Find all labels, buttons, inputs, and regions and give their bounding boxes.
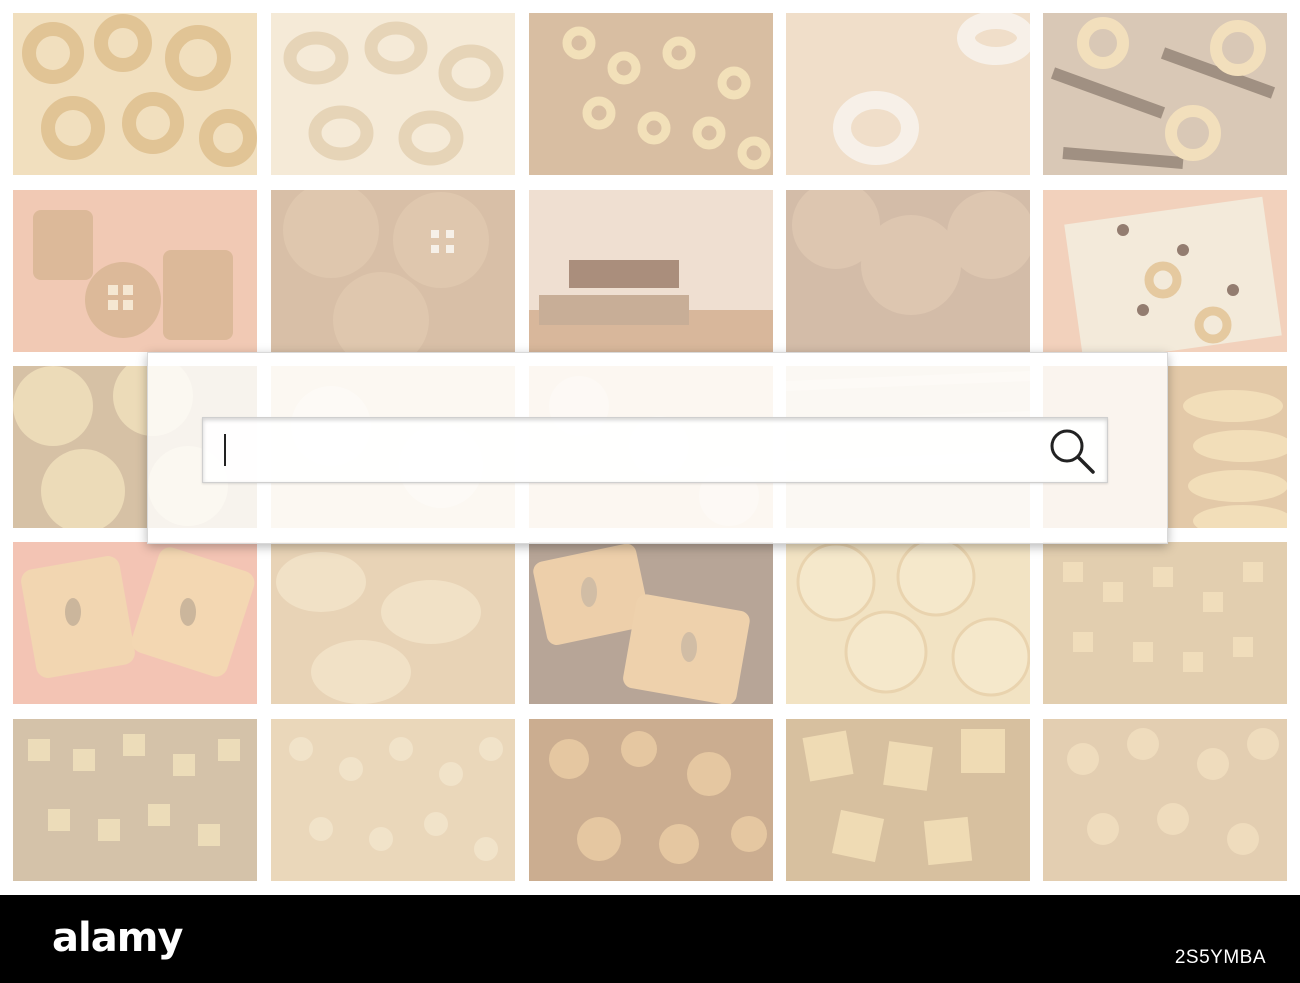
collage-tile: [1043, 542, 1287, 704]
collage-tile: [786, 719, 1030, 881]
collage-tile: [529, 719, 773, 881]
text-caret: [224, 434, 226, 466]
collage-tile: [271, 13, 515, 175]
collage-tile: [13, 719, 257, 881]
collage-tile: [13, 542, 257, 704]
collage-tile: [529, 542, 773, 704]
image-id: 2S5YMBA: [1174, 947, 1266, 968]
collage-tile: [1043, 719, 1287, 881]
search-input[interactable]: [202, 417, 1108, 483]
search-panel: [147, 352, 1168, 544]
collage-tile: [271, 719, 515, 881]
collage-tile: [786, 13, 1030, 175]
footer-bar: alamy 2S5YMBA: [0, 895, 1300, 983]
collage-tile: [529, 13, 773, 175]
collage-tile: [1043, 190, 1287, 352]
collage-tile: [786, 542, 1030, 704]
collage-tile: [13, 13, 257, 175]
collage-tile: [271, 542, 515, 704]
collage-tile: [271, 190, 515, 352]
brand-logo: alamy: [52, 915, 183, 961]
collage-tile: [786, 190, 1030, 352]
collage-tile: [529, 190, 773, 352]
collage-tile: [1043, 13, 1287, 175]
magnifier-icon[interactable]: [1045, 424, 1099, 478]
collage-tile: [13, 190, 257, 352]
